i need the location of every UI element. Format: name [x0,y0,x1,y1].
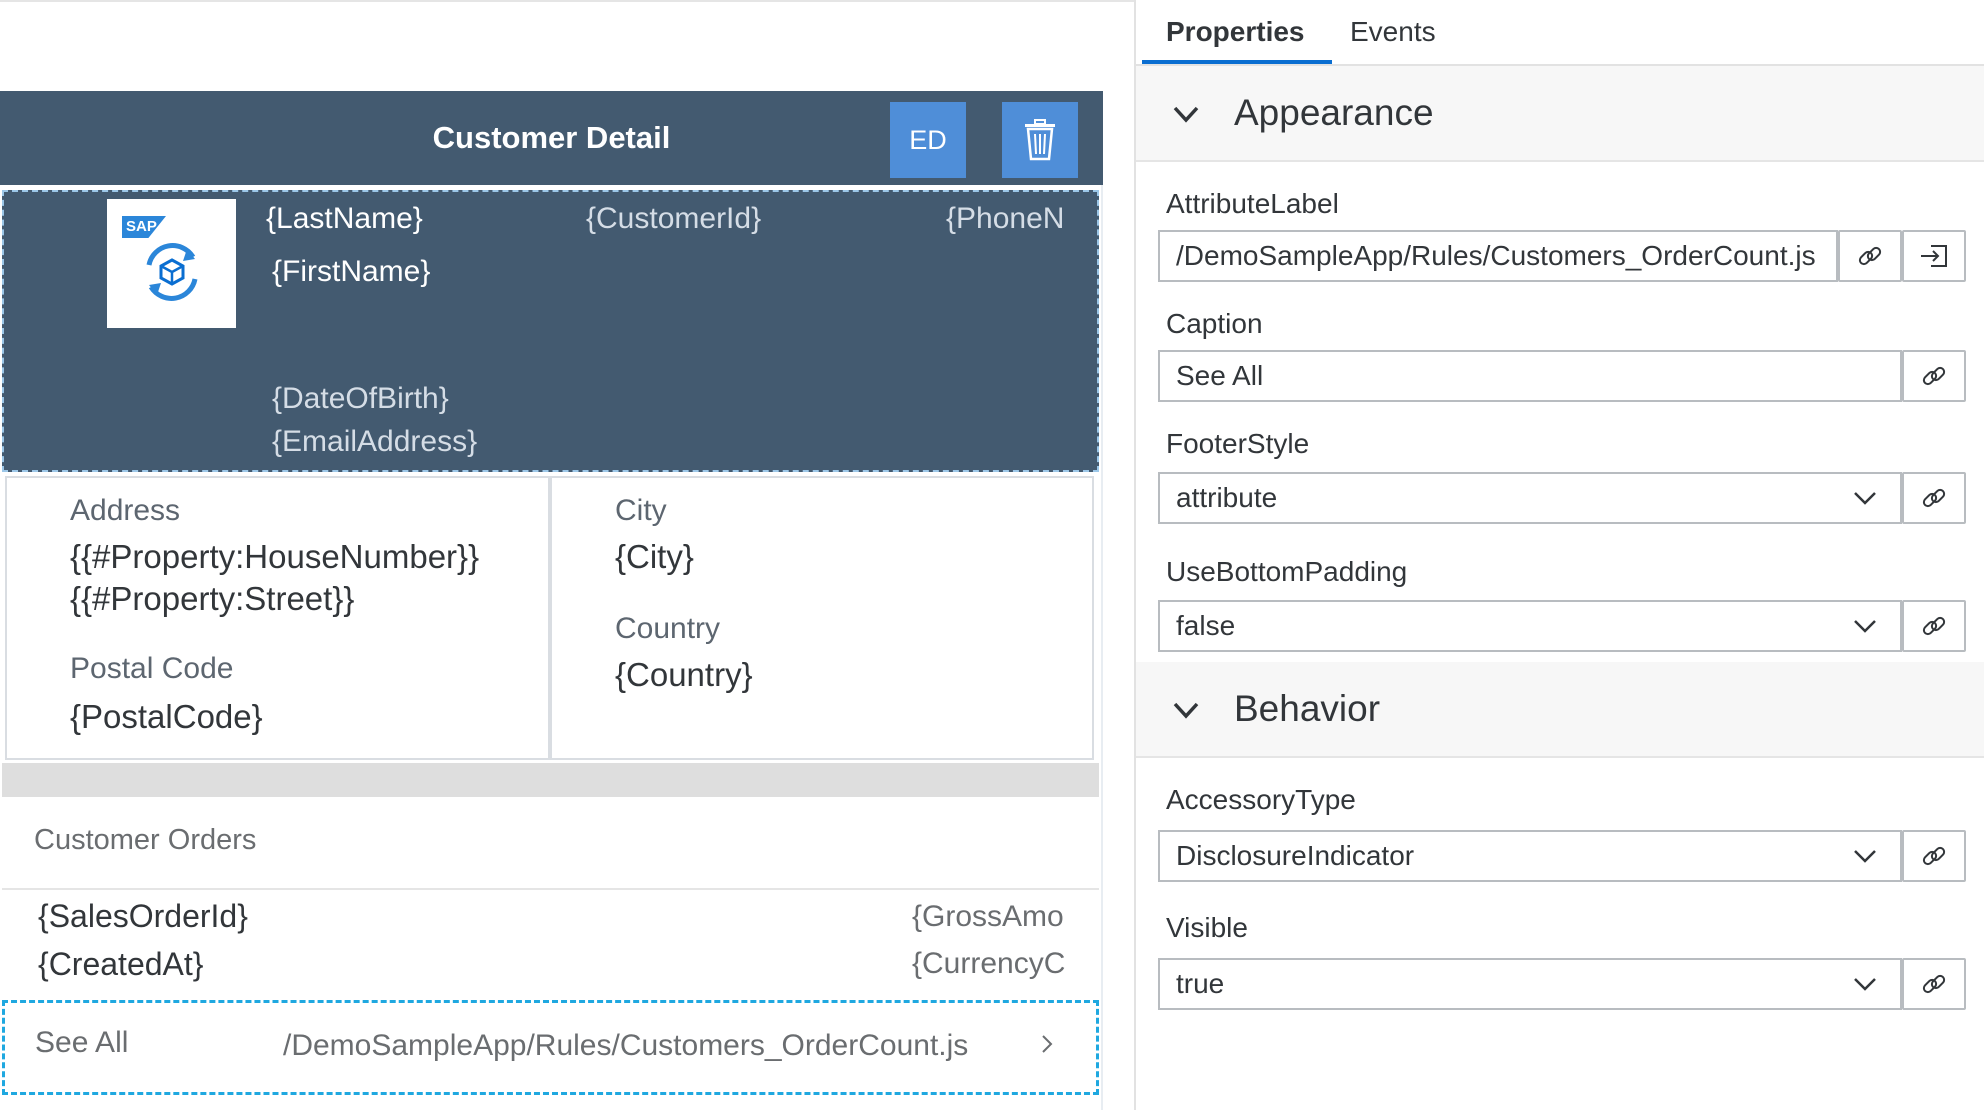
link-icon [1922,846,1946,866]
trash-icon [1025,119,1055,161]
chevron-down-icon [1173,106,1199,123]
footer-style-bind-button[interactable] [1902,472,1966,524]
order-gross-amount: {GrossAmo [912,900,1064,933]
country-label: Country [615,612,721,645]
accessory-type-select[interactable]: DisclosureIndicator [1158,830,1902,882]
panel-tabs: Properties Events [1136,0,1984,66]
chevron-down-icon [1854,850,1876,863]
postal-code-value: {PostalCode} [70,698,263,735]
footer-style-label: FooterStyle [1166,428,1310,459]
page-preview: Customer Detail ED SAP {LastName} {Custo… [0,91,1103,1110]
link-icon [1922,974,1946,994]
chevron-right-icon [1037,1029,1057,1059]
city-label: City [615,494,667,527]
key-value-column-right[interactable]: City {City} Country {Country} [550,476,1094,760]
chevron-down-icon [1854,492,1876,505]
order-created-at: {CreatedAt} [38,946,204,982]
accessory-type-label: AccessoryType [1166,784,1356,815]
orders-section-separator [2,888,1099,890]
behavior-group-header[interactable]: Behavior [1136,662,1984,758]
country-value: {Country} [615,656,753,693]
edit-button[interactable]: ED [890,102,966,178]
visible-label: Visible [1166,912,1248,943]
use-bottom-padding-label: UseBottomPadding [1166,556,1408,587]
attribute-label-bind-button[interactable] [1838,230,1902,282]
properties-panel: Properties Events Appearance AttributeLa… [1134,0,1984,1110]
object-header-image: SAP [107,199,236,328]
link-icon [1922,616,1946,636]
postal-code-label: Postal Code [70,652,234,685]
attribute-label-label: AttributeLabel [1166,188,1339,219]
object-header-title: {LastName} [266,202,423,235]
link-icon [1922,488,1946,508]
object-header-description: {DateOfBirth} [272,382,449,415]
use-bottom-padding-bind-button[interactable] [1902,600,1966,652]
chevron-down-icon [1173,702,1199,719]
link-icon [1922,366,1946,386]
chevron-down-icon [1854,978,1876,991]
visible-value: true [1176,968,1225,999]
footer-style-select[interactable]: attribute [1158,472,1902,524]
attribute-label-open-button[interactable] [1902,230,1966,282]
order-currency: {CurrencyC [912,947,1066,980]
address-value-line1: {{#Property:HouseNumber}} [70,538,480,575]
object-header-status: {CustomerId} [586,202,762,235]
design-canvas: Customer Detail ED SAP {LastName} {Custo… [0,0,1134,1110]
object-header[interactable]: SAP {LastName} {CustomerId} {PhoneN {Fir… [2,190,1099,472]
active-tab-indicator [1142,60,1332,64]
visible-select[interactable]: true [1158,958,1902,1010]
chevron-down-icon [1854,620,1876,633]
behavior-group-title: Behavior [1234,688,1381,729]
tab-properties[interactable]: Properties [1166,16,1305,48]
object-header-substatus: {PhoneN [946,202,1065,235]
delete-button[interactable] [1002,102,1078,178]
order-id: {SalesOrderId} [38,898,248,934]
section-footer[interactable]: See All /DemoSampleApp/Rules/Customers_O… [2,1000,1099,1095]
footer-style-value: attribute [1176,482,1278,513]
open-in-icon [1921,245,1947,267]
caption-label: Caption [1166,308,1263,339]
visible-bind-button[interactable] [1902,958,1966,1010]
accessory-type-bind-button[interactable] [1902,830,1966,882]
section-divider [2,763,1099,797]
caption-input[interactable]: See All [1158,350,1902,402]
object-header-subhead: {FirstName} [272,255,431,288]
object-header-footnote: {EmailAddress} [272,425,478,458]
appearance-group-title: Appearance [1234,92,1434,133]
key-value-column-left[interactable]: Address {{#Property:HouseNumber}} {{#Pro… [5,476,550,760]
link-icon [1858,246,1882,266]
sync-cube-icon [146,243,198,301]
address-value-line2: {{#Property:Street}} [70,580,355,617]
action-bar: Customer Detail ED [0,91,1103,185]
attribute-label-input[interactable]: /DemoSampleApp/Rules/Customers_OrderCoun… [1158,230,1838,282]
address-label: Address [70,494,181,527]
footer-attribute: /DemoSampleApp/Rules/Customers_OrderCoun… [283,1029,969,1062]
appearance-group-header[interactable]: Appearance [1136,66,1984,162]
use-bottom-padding-select[interactable]: false [1158,600,1902,652]
accessory-type-value: DisclosureIndicator [1176,840,1415,871]
footer-caption: See All [35,1026,129,1059]
caption-bind-button[interactable] [1902,350,1966,402]
tab-events[interactable]: Events [1350,16,1436,48]
use-bottom-padding-value: false [1176,610,1236,641]
orders-section-title: Customer Orders [34,824,257,856]
city-value: {City} [615,538,694,575]
